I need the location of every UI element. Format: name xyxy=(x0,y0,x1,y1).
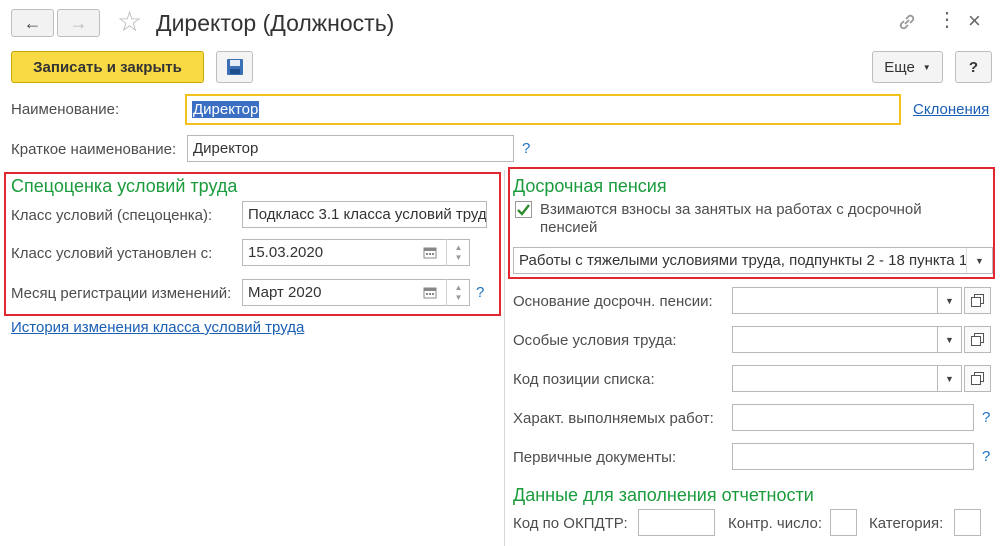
name-input[interactable]: Директор xyxy=(185,94,901,125)
short-name-label: Краткое наименование: xyxy=(11,141,177,158)
special-assessment-title: Спецоценка условий труда xyxy=(11,176,238,196)
class-since-value: 15.03.2020 xyxy=(248,244,324,261)
back-button[interactable]: ← xyxy=(11,9,54,37)
early-pension-title: Досрочная пенсия xyxy=(513,176,667,196)
open-form-icon[interactable] xyxy=(964,365,991,392)
pension-basis-input[interactable] xyxy=(732,287,938,314)
class-conditions-label: Класс условий (спецоценка): xyxy=(11,207,213,224)
history-link[interactable]: История изменения класса условий труда xyxy=(11,319,304,336)
short-name-help-icon[interactable]: ? xyxy=(522,140,530,157)
class-conditions-input[interactable]: Подкласс 3.1 класса условий труда xyxy=(242,201,487,228)
registration-month-value: Март 2020 xyxy=(248,284,322,301)
more-menu-button[interactable]: Еще ▼ xyxy=(872,51,943,83)
okpdtr-label: Код по ОКПДТР: xyxy=(513,515,628,532)
open-form-icon[interactable] xyxy=(964,287,991,314)
short-name-value: Директор xyxy=(193,140,259,157)
arrow-left-icon: ← xyxy=(23,12,42,33)
more-vert-icon[interactable]: ⋮ xyxy=(937,10,957,30)
category-label: Категория: xyxy=(869,515,944,532)
name-label: Наименование: xyxy=(11,101,120,118)
chevron-down-icon[interactable]: ▼ xyxy=(938,326,962,353)
help-button[interactable]: ? xyxy=(955,51,992,83)
work-character-input[interactable] xyxy=(732,404,974,431)
special-conditions-label: Особые условия труда: xyxy=(513,332,677,349)
month-spinner[interactable]: ▲ ▼ xyxy=(446,279,470,306)
column-divider xyxy=(504,170,505,546)
primary-docs-input[interactable] xyxy=(732,443,974,470)
chevron-down-icon: ▼ xyxy=(922,62,931,72)
work-type-select[interactable]: Работы с тяжелыми условиями труда, подпу… xyxy=(513,247,993,274)
category-input[interactable] xyxy=(954,509,981,536)
date-spinner[interactable]: ▲ ▼ xyxy=(446,239,470,266)
chevron-down-icon[interactable]: ▼ xyxy=(966,248,992,273)
chevron-down-icon[interactable]: ▼ xyxy=(938,287,962,314)
more-label: Еще xyxy=(884,58,915,76)
favorite-star-icon[interactable]: ☆ xyxy=(117,5,142,38)
position-code-label: Код позиции списка: xyxy=(513,371,655,388)
registration-month-label: Месяц регистрации изменений: xyxy=(11,285,232,302)
calendar-icon[interactable] xyxy=(420,279,440,306)
primary-docs-label: Первичные документы: xyxy=(513,449,677,466)
work-character-help-icon[interactable]: ? xyxy=(982,409,990,426)
forward-button[interactable]: → xyxy=(57,9,100,37)
reporting-title: Данные для заполнения отчетности xyxy=(513,485,814,505)
declension-link[interactable]: Склонения xyxy=(913,101,989,118)
okpdtr-input[interactable] xyxy=(638,509,715,536)
open-form-icon[interactable] xyxy=(964,326,991,353)
close-icon[interactable]: × xyxy=(968,8,981,34)
save-button[interactable] xyxy=(216,51,253,83)
save-and-close-button[interactable]: Записать и закрыть xyxy=(11,51,204,83)
chevron-down-icon[interactable]: ▼ xyxy=(938,365,962,392)
contributions-checkbox-label: Взимаются взносы за занятых на работах с… xyxy=(540,201,922,236)
pension-basis-label: Основание досрочн. пенсии: xyxy=(513,293,713,310)
class-conditions-value: Подкласс 3.1 класса условий труда xyxy=(248,206,487,223)
registration-month-help-icon[interactable]: ? xyxy=(476,284,484,301)
link-icon[interactable] xyxy=(895,10,919,38)
class-since-label: Класс условий установлен с: xyxy=(11,245,213,262)
contributions-checkbox[interactable] xyxy=(515,201,532,218)
position-code-input[interactable] xyxy=(732,365,938,392)
floppy-disk-icon xyxy=(226,59,243,75)
special-conditions-input[interactable] xyxy=(732,326,938,353)
work-character-label: Характ. выполняемых работ: xyxy=(513,410,714,427)
page-title: Директор (Должность) xyxy=(156,10,395,36)
arrow-right-icon: → xyxy=(69,12,88,33)
name-value: Директор xyxy=(192,101,260,118)
check-number-input[interactable] xyxy=(830,509,857,536)
short-name-input[interactable]: Директор xyxy=(187,135,514,162)
calendar-icon[interactable] xyxy=(420,239,440,266)
primary-docs-help-icon[interactable]: ? xyxy=(982,448,990,465)
check-number-label: Контр. число: xyxy=(728,515,823,532)
checkmark-icon xyxy=(517,204,530,216)
work-type-value: Работы с тяжелыми условиями труда, подпу… xyxy=(519,252,968,269)
